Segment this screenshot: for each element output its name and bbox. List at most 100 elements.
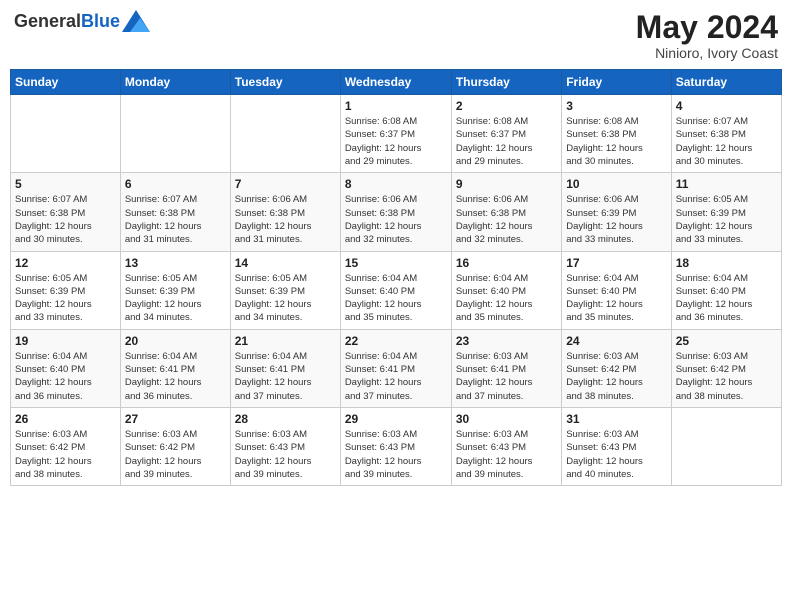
day-info: Sunrise: 6:03 AM Sunset: 6:43 PM Dayligh… — [235, 428, 336, 481]
calendar-cell: 21 Sunrise: 6:04 AM Sunset: 6:41 PM Dayli… — [230, 329, 340, 407]
day-number: 31 — [566, 412, 666, 426]
day-number: 10 — [566, 177, 666, 191]
day-info: Sunrise: 6:03 AM Sunset: 6:41 PM Dayligh… — [456, 350, 557, 403]
day-info: Sunrise: 6:04 AM Sunset: 6:40 PM Dayligh… — [676, 272, 777, 325]
day-number: 4 — [676, 99, 777, 113]
logo: GeneralBlue — [14, 10, 150, 32]
day-number: 1 — [345, 99, 447, 113]
calendar-cell: 28 Sunrise: 6:03 AM Sunset: 6:43 PM Dayli… — [230, 407, 340, 485]
day-info: Sunrise: 6:07 AM Sunset: 6:38 PM Dayligh… — [15, 193, 116, 246]
calendar-week-row: 19 Sunrise: 6:04 AM Sunset: 6:40 PM Dayli… — [11, 329, 782, 407]
day-info: Sunrise: 6:04 AM Sunset: 6:41 PM Dayligh… — [345, 350, 447, 403]
calendar-cell: 24 Sunrise: 6:03 AM Sunset: 6:42 PM Dayli… — [562, 329, 671, 407]
logo-general: General — [14, 11, 81, 31]
calendar-cell: 2 Sunrise: 6:08 AM Sunset: 6:37 PM Daylig… — [451, 95, 561, 173]
day-number: 30 — [456, 412, 557, 426]
day-number: 17 — [566, 256, 666, 270]
calendar-cell — [120, 95, 230, 173]
day-number: 11 — [676, 177, 777, 191]
calendar-week-row: 26 Sunrise: 6:03 AM Sunset: 6:42 PM Dayli… — [11, 407, 782, 485]
day-number: 5 — [15, 177, 116, 191]
day-number: 14 — [235, 256, 336, 270]
calendar-cell: 30 Sunrise: 6:03 AM Sunset: 6:43 PM Dayli… — [451, 407, 561, 485]
day-number: 13 — [125, 256, 226, 270]
day-info: Sunrise: 6:03 AM Sunset: 6:43 PM Dayligh… — [345, 428, 447, 481]
day-number: 8 — [345, 177, 447, 191]
day-number: 12 — [15, 256, 116, 270]
day-info: Sunrise: 6:04 AM Sunset: 6:41 PM Dayligh… — [125, 350, 226, 403]
day-info: Sunrise: 6:05 AM Sunset: 6:39 PM Dayligh… — [235, 272, 336, 325]
day-info: Sunrise: 6:06 AM Sunset: 6:38 PM Dayligh… — [456, 193, 557, 246]
day-info: Sunrise: 6:08 AM Sunset: 6:38 PM Dayligh… — [566, 115, 666, 168]
day-info: Sunrise: 6:07 AM Sunset: 6:38 PM Dayligh… — [676, 115, 777, 168]
day-info: Sunrise: 6:04 AM Sunset: 6:40 PM Dayligh… — [566, 272, 666, 325]
location: Ninioro, Ivory Coast — [636, 45, 778, 61]
calendar-cell: 4 Sunrise: 6:07 AM Sunset: 6:38 PM Daylig… — [671, 95, 781, 173]
calendar-cell — [11, 95, 121, 173]
day-number: 2 — [456, 99, 557, 113]
day-number: 6 — [125, 177, 226, 191]
header: GeneralBlue May 2024 Ninioro, Ivory Coas… — [10, 10, 782, 61]
title-block: May 2024 Ninioro, Ivory Coast — [636, 10, 778, 61]
logo-icon — [122, 10, 150, 32]
calendar-cell: 12Sunrise: 6:05 AM Sunset: 6:39 PM Dayli… — [11, 251, 121, 329]
calendar-week-row: 5 Sunrise: 6:07 AM Sunset: 6:38 PM Daylig… — [11, 173, 782, 251]
day-number: 21 — [235, 334, 336, 348]
calendar-cell: 8 Sunrise: 6:06 AM Sunset: 6:38 PM Daylig… — [340, 173, 451, 251]
day-info: Sunrise: 6:03 AM Sunset: 6:42 PM Dayligh… — [15, 428, 116, 481]
day-info: Sunrise: 6:03 AM Sunset: 6:42 PM Dayligh… — [676, 350, 777, 403]
day-info: Sunrise: 6:05 AM Sunset: 6:39 PM Dayligh… — [125, 272, 226, 325]
calendar-cell: 15 Sunrise: 6:04 AM Sunset: 6:40 PM Dayli… — [340, 251, 451, 329]
calendar-cell: 25 Sunrise: 6:03 AM Sunset: 6:42 PM Dayli… — [671, 329, 781, 407]
weekday-header: Saturday — [671, 70, 781, 95]
day-info: Sunrise: 6:06 AM Sunset: 6:39 PM Dayligh… — [566, 193, 666, 246]
day-number: 23 — [456, 334, 557, 348]
day-info: Sunrise: 6:06 AM Sunset: 6:38 PM Dayligh… — [235, 193, 336, 246]
day-info: Sunrise: 6:03 AM Sunset: 6:43 PM Dayligh… — [456, 428, 557, 481]
day-number: 20 — [125, 334, 226, 348]
calendar-cell: 20 Sunrise: 6:04 AM Sunset: 6:41 PM Dayli… — [120, 329, 230, 407]
day-number: 16 — [456, 256, 557, 270]
day-info: Sunrise: 6:04 AM Sunset: 6:40 PM Dayligh… — [15, 350, 116, 403]
calendar-cell — [671, 407, 781, 485]
calendar-cell: 6Sunrise: 6:07 AM Sunset: 6:38 PM Daylig… — [120, 173, 230, 251]
logo-blue: Blue — [81, 11, 120, 31]
day-number: 22 — [345, 334, 447, 348]
day-number: 18 — [676, 256, 777, 270]
day-info: Sunrise: 6:04 AM Sunset: 6:40 PM Dayligh… — [345, 272, 447, 325]
calendar-cell: 9Sunrise: 6:06 AM Sunset: 6:38 PM Daylig… — [451, 173, 561, 251]
day-number: 15 — [345, 256, 447, 270]
weekday-header: Friday — [562, 70, 671, 95]
calendar-cell: 16Sunrise: 6:04 AM Sunset: 6:40 PM Dayli… — [451, 251, 561, 329]
day-info: Sunrise: 6:03 AM Sunset: 6:42 PM Dayligh… — [125, 428, 226, 481]
day-info: Sunrise: 6:03 AM Sunset: 6:42 PM Dayligh… — [566, 350, 666, 403]
day-number: 3 — [566, 99, 666, 113]
calendar-cell: 18 Sunrise: 6:04 AM Sunset: 6:40 PM Dayli… — [671, 251, 781, 329]
calendar-week-row: 12 Sunrise: 6:05 AM Sunset: 6:39 PM Dayli… — [11, 251, 782, 329]
day-info: Sunrise: 6:06 AM Sunset: 6:38 PM Dayligh… — [345, 193, 447, 246]
month-year: May 2024 — [636, 10, 778, 45]
day-info: Sunrise: 6:08 AM Sunset: 6:37 PM Dayligh… — [345, 115, 447, 168]
calendar-cell: 19 Sunrise: 6:04 AM Sunset: 6:40 PM Dayli… — [11, 329, 121, 407]
day-info: Sunrise: 6:08 AM Sunset: 6:37 PM Dayligh… — [456, 115, 557, 168]
calendar-cell: 17 Sunrise: 6:04 AM Sunset: 6:40 PM Dayli… — [562, 251, 671, 329]
day-info: Sunrise: 6:03 AM Sunset: 6:43 PM Dayligh… — [566, 428, 666, 481]
day-number: 27 — [125, 412, 226, 426]
calendar-header-row: SundayMondayTuesdayWednesdayThursdayFrid… — [11, 70, 782, 95]
calendar-cell: 7Sunrise: 6:06 AM Sunset: 6:38 PM Daylig… — [230, 173, 340, 251]
calendar-cell: 22 Sunrise: 6:04 AM Sunset: 6:41 PM Dayli… — [340, 329, 451, 407]
day-number: 29 — [345, 412, 447, 426]
day-number: 26 — [15, 412, 116, 426]
calendar-cell: 1 Sunrise: 6:08 AM Sunset: 6:37 PM Daylig… — [340, 95, 451, 173]
calendar-cell: 23 Sunrise: 6:03 AM Sunset: 6:41 PM Dayli… — [451, 329, 561, 407]
calendar-week-row: 1 Sunrise: 6:08 AM Sunset: 6:37 PM Daylig… — [11, 95, 782, 173]
calendar-cell: 3 Sunrise: 6:08 AM Sunset: 6:38 PM Daylig… — [562, 95, 671, 173]
calendar-cell: 29 Sunrise: 6:03 AM Sunset: 6:43 PM Dayli… — [340, 407, 451, 485]
day-number: 25 — [676, 334, 777, 348]
calendar-cell: 31 Sunrise: 6:03 AM Sunset: 6:43 PM Dayli… — [562, 407, 671, 485]
day-number: 28 — [235, 412, 336, 426]
day-info: Sunrise: 6:04 AM Sunset: 6:41 PM Dayligh… — [235, 350, 336, 403]
day-number: 24 — [566, 334, 666, 348]
day-number: 19 — [15, 334, 116, 348]
calendar-cell: 26 Sunrise: 6:03 AM Sunset: 6:42 PM Dayli… — [11, 407, 121, 485]
